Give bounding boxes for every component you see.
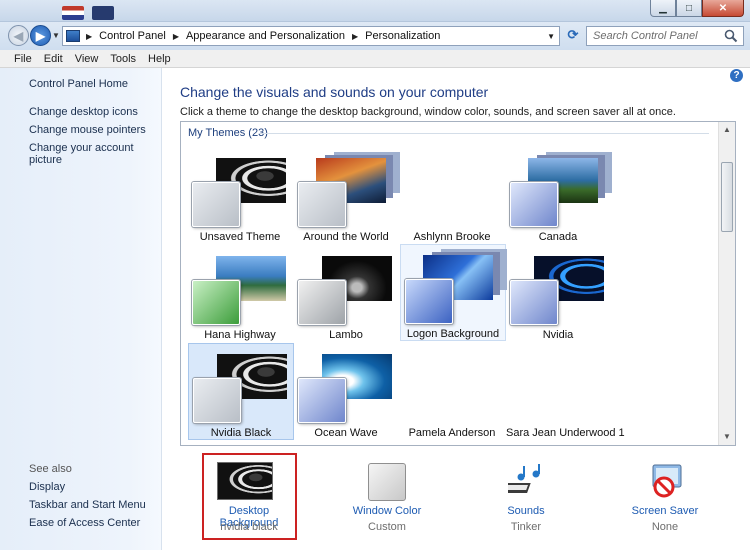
group-divider bbox=[259, 133, 709, 134]
theme-label: Nvidia bbox=[542, 329, 574, 341]
theme-ashlynn-brooke[interactable]: Ashlynn Brooke bbox=[400, 148, 506, 245]
breadcrumb-separator[interactable]: ▶ bbox=[173, 32, 179, 41]
change-desktop-icons-link[interactable]: Change desktop icons bbox=[29, 106, 138, 118]
theme-nvidia-black[interactable]: Nvidia Black bbox=[188, 343, 294, 440]
theme-color-chip bbox=[192, 182, 240, 227]
change-account-picture-link[interactable]: Change your account picture bbox=[29, 142, 161, 166]
title-bar: ▁ □ ✕ bbox=[0, 0, 750, 22]
scroll-up-arrow[interactable]: ▲ bbox=[719, 122, 735, 138]
maximize-button[interactable]: □ bbox=[676, 0, 702, 17]
flag-icon bbox=[62, 6, 84, 20]
theme-color-chip bbox=[193, 378, 241, 423]
theme-sara-jean-underwood-1[interactable]: Sara Jean Underwood 1 bbox=[506, 344, 625, 441]
group-heading-my-themes: My Themes (23) bbox=[188, 127, 268, 139]
theme-color-chip bbox=[298, 280, 346, 325]
menu-file[interactable]: File bbox=[14, 53, 32, 65]
theme-color-chip bbox=[510, 280, 558, 325]
sounds-button[interactable]: Sounds Tinker bbox=[476, 455, 576, 535]
window-controls: ▁ □ ✕ bbox=[650, 0, 744, 17]
theme-list-scrollbar[interactable]: ▲ ▼ bbox=[718, 122, 735, 445]
theme-label: Pamela Anderson bbox=[408, 427, 496, 439]
page-title: Change the visuals and sounds on your co… bbox=[180, 84, 489, 100]
navigation-bar: ◀ ▶ ▼ ▶ Control Panel ▶ Appearance and P… bbox=[0, 22, 750, 50]
theme-pamela-anderson[interactable]: Pamela Anderson bbox=[400, 344, 506, 441]
display-link[interactable]: Display bbox=[29, 481, 65, 493]
menu-view[interactable]: View bbox=[75, 53, 99, 65]
theme-color-chip bbox=[405, 279, 453, 324]
recent-pages-dropdown[interactable]: ▼ bbox=[52, 31, 60, 40]
window-color-icon bbox=[368, 463, 406, 501]
scroll-down-arrow[interactable]: ▼ bbox=[719, 429, 735, 445]
search-box bbox=[586, 26, 744, 46]
theme-label: Ashlynn Brooke bbox=[413, 231, 491, 243]
theme-label: Lambo bbox=[329, 329, 363, 341]
theme-label: Sara Jean Underwood 1 bbox=[506, 427, 625, 439]
menu-bar: File Edit View Tools Help bbox=[0, 50, 750, 68]
forward-button[interactable]: ▶ bbox=[30, 25, 51, 46]
page-description: Click a theme to change the desktop back… bbox=[180, 106, 676, 118]
theme-label: Canada bbox=[538, 231, 578, 243]
theme-color-chip bbox=[510, 182, 558, 227]
menu-tools[interactable]: Tools bbox=[110, 53, 136, 65]
theme-label: Logon Background bbox=[406, 328, 500, 340]
sounds-value: Tinker bbox=[510, 521, 542, 533]
window-color-value: Custom bbox=[368, 521, 406, 533]
screen-saver-icon bbox=[652, 464, 682, 498]
change-mouse-pointers-link[interactable]: Change mouse pointers bbox=[29, 124, 146, 136]
window-color-button[interactable]: Window Color Custom bbox=[337, 455, 437, 535]
theme-label: Ocean Wave bbox=[314, 427, 378, 439]
screen-saver-button[interactable]: Screen Saver None bbox=[615, 455, 715, 535]
breadcrumb-appearance[interactable]: Appearance and Personalization bbox=[186, 30, 345, 42]
taskbar-start-menu-link[interactable]: Taskbar and Start Menu bbox=[29, 499, 146, 511]
theme-color-chip bbox=[298, 378, 346, 423]
breadcrumb-separator[interactable]: ▶ bbox=[86, 32, 92, 41]
theme-lambo[interactable]: Lambo bbox=[294, 246, 400, 343]
theme-label: Nvidia Black bbox=[210, 427, 272, 439]
refresh-button[interactable]: ⟳ bbox=[564, 27, 582, 45]
flag-icon bbox=[92, 6, 114, 20]
search-icon[interactable] bbox=[724, 29, 738, 43]
theme-color-chip bbox=[298, 182, 346, 227]
menu-help[interactable]: Help bbox=[148, 53, 171, 65]
ease-of-access-link[interactable]: Ease of Access Center bbox=[29, 517, 140, 529]
see-also-heading: See also bbox=[29, 463, 72, 475]
theme-canada[interactable]: Canada bbox=[506, 148, 612, 245]
scroll-thumb[interactable] bbox=[721, 162, 733, 232]
task-pane: Control Panel Home Change desktop icons … bbox=[0, 68, 162, 550]
breadcrumb-separator[interactable]: ▶ bbox=[352, 32, 358, 41]
close-button[interactable]: ✕ bbox=[702, 0, 744, 17]
address-bar[interactable]: ▶ Control Panel ▶ Appearance and Persona… bbox=[62, 26, 560, 46]
theme-unsaved-theme[interactable]: Unsaved Theme bbox=[188, 148, 294, 245]
minimize-button[interactable]: ▁ bbox=[650, 0, 676, 17]
control-panel-home-link[interactable]: Control Panel Home bbox=[29, 78, 128, 90]
screen-saver-label: Screen Saver bbox=[631, 505, 699, 517]
theme-logon-background[interactable]: Logon Background bbox=[400, 244, 506, 341]
sounds-icon bbox=[508, 464, 540, 493]
screen-saver-value: None bbox=[651, 521, 679, 533]
address-dropdown[interactable]: ▼ bbox=[547, 32, 555, 41]
breadcrumb-personalization[interactable]: Personalization bbox=[365, 30, 440, 42]
theme-label: Hana Highway bbox=[204, 329, 276, 341]
search-input[interactable] bbox=[593, 27, 723, 44]
theme-hana-highway[interactable]: Hana Highway bbox=[188, 246, 294, 343]
breadcrumb-control-panel[interactable]: Control Panel bbox=[99, 30, 166, 42]
sounds-label: Sounds bbox=[507, 505, 545, 517]
help-icon[interactable]: ? bbox=[730, 69, 743, 82]
theme-list: My Themes (23) Unsaved Theme Around the … bbox=[180, 121, 736, 446]
menu-edit[interactable]: Edit bbox=[44, 53, 63, 65]
theme-label: Unsaved Theme bbox=[199, 231, 281, 243]
theme-around-the-world[interactable]: Around the World bbox=[294, 148, 400, 245]
highlight-box bbox=[202, 453, 297, 540]
window-color-label: Window Color bbox=[352, 505, 422, 517]
theme-nvidia[interactable]: Nvidia bbox=[506, 246, 612, 343]
theme-ocean-wave[interactable]: Ocean Wave bbox=[294, 344, 400, 441]
control-panel-icon bbox=[66, 30, 80, 42]
back-button[interactable]: ◀ bbox=[8, 25, 29, 46]
theme-color-chip bbox=[192, 280, 240, 325]
theme-label: Around the World bbox=[303, 231, 389, 243]
